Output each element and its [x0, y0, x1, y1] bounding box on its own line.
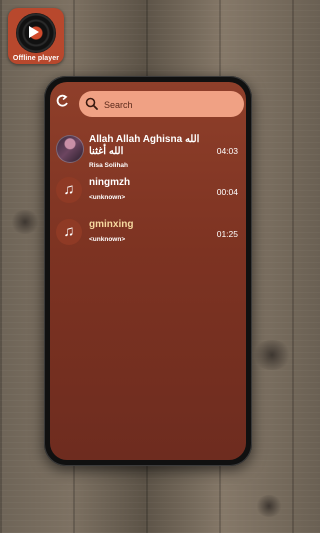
magnifier-icon: [85, 97, 98, 110]
song-title: ningmzh: [89, 177, 131, 188]
song-title: gminxing: [89, 219, 134, 230]
song-artist: Risa Solihah: [89, 162, 129, 169]
song-duration: 00:04: [216, 187, 238, 197]
player-screen: Allah Allah Aghisna الله الله أغثنا Risa…: [50, 82, 246, 460]
top-bar: [50, 82, 246, 122]
song-title: Allah Allah Aghisna الله الله أغثنا: [89, 134, 200, 157]
music-note-icon: ♫: [63, 181, 75, 198]
back-arrow-icon[interactable]: [56, 94, 70, 108]
song-row[interactable]: Allah Allah Aghisna الله الله أغثنا Risa…: [50, 128, 246, 173]
song-artist: <unknown>: [89, 236, 126, 243]
song-duration: 04:03: [216, 146, 238, 156]
song-duration: 01:25: [216, 229, 238, 239]
wood-knot: [10, 210, 40, 234]
song-artist: <unknown>: [89, 194, 126, 201]
song-list: Allah Allah Aghisna الله الله أغثنا Risa…: [50, 128, 246, 257]
music-note-thumbnail: ♫: [56, 219, 82, 245]
app-badge: Offline player: [8, 8, 64, 64]
search-bar[interactable]: [79, 91, 244, 119]
music-note-icon: ♫: [63, 223, 75, 240]
song-row[interactable]: ♫ ningmzh <unknown> 00:04: [50, 173, 246, 215]
album-art-thumbnail: [56, 135, 84, 163]
wood-knot: [255, 495, 283, 517]
search-input[interactable]: [102, 91, 241, 119]
music-note-thumbnail: ♫: [56, 177, 82, 203]
song-row[interactable]: ♫ gminxing <unknown> 01:25: [50, 215, 246, 257]
play-icon: [29, 26, 39, 38]
app-badge-label: Offline player: [12, 55, 60, 62]
wood-knot: [252, 340, 292, 370]
phone-frame: Allah Allah Aghisna الله الله أغثنا Risa…: [44, 76, 252, 466]
